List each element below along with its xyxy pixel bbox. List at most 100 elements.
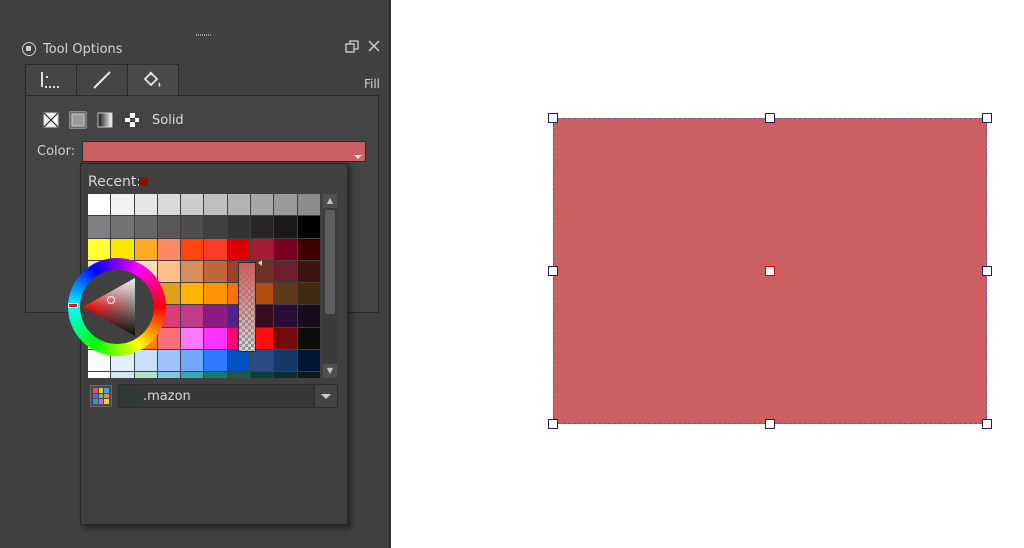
rotation-center-handle[interactable] — [765, 266, 775, 276]
palette-swatch[interactable] — [274, 283, 297, 305]
docker-drag-grip[interactable] — [196, 34, 212, 36]
palette-swatch[interactable] — [157, 238, 181, 260]
scroll-down-icon[interactable]: ▼ — [323, 364, 337, 378]
palette-swatch[interactable] — [274, 350, 297, 372]
palette-swatch[interactable] — [134, 372, 157, 378]
palette-swatch[interactable] — [157, 372, 181, 378]
palette-swatch[interactable] — [181, 283, 204, 305]
palette-swatch[interactable] — [204, 238, 227, 260]
palette-swatch[interactable] — [274, 238, 297, 260]
palette-swatch[interactable] — [274, 194, 297, 216]
palette-swatch[interactable] — [297, 305, 320, 327]
palette-swatch[interactable] — [297, 216, 320, 238]
palette-swatch[interactable] — [274, 372, 297, 378]
tab-fill-options[interactable] — [127, 64, 179, 97]
palette-swatch[interactable] — [157, 327, 181, 350]
palette-swatch[interactable] — [181, 350, 204, 372]
palette-swatch[interactable] — [88, 238, 111, 260]
palette-swatch[interactable] — [111, 216, 134, 238]
palette-swatch[interactable] — [204, 283, 227, 305]
palette-swatch[interactable] — [297, 327, 320, 350]
palette-swatch[interactable] — [88, 216, 111, 238]
palette-swatch[interactable] — [157, 216, 181, 238]
palette-swatch[interactable] — [111, 238, 134, 260]
scroll-up-icon[interactable]: ▲ — [323, 194, 337, 208]
palette-swatch[interactable] — [227, 372, 251, 378]
palette-swatch[interactable] — [297, 260, 320, 283]
resize-handle-left[interactable] — [548, 266, 558, 276]
resize-handle-bottom-left[interactable] — [548, 419, 558, 429]
solid-fill-button[interactable] — [69, 111, 87, 129]
close-icon[interactable] — [367, 40, 381, 54]
palette-swatch[interactable] — [181, 305, 204, 327]
palette-swatch[interactable] — [204, 327, 227, 350]
palette-swatch[interactable] — [181, 194, 204, 216]
palette-swatch[interactable] — [111, 372, 134, 378]
palette-swatch[interactable] — [181, 260, 204, 283]
palette-swatch[interactable] — [111, 194, 134, 216]
palette-swatch[interactable] — [204, 372, 227, 378]
palette-swatch[interactable] — [227, 350, 251, 372]
tab-stroke-options[interactable] — [76, 64, 128, 95]
palette-swatch[interactable] — [227, 216, 251, 238]
recent-color-swatch[interactable] — [139, 177, 148, 186]
color-selector-ring[interactable] — [107, 296, 115, 304]
palette-swatch[interactable] — [297, 283, 320, 305]
opacity-slider[interactable] — [238, 262, 256, 352]
tab-selection-options[interactable] — [25, 64, 77, 95]
palette-swatch[interactable] — [274, 305, 297, 327]
palette-swatch[interactable] — [181, 216, 204, 238]
palette-swatch[interactable] — [157, 350, 181, 372]
scroll-thumb[interactable] — [325, 210, 335, 314]
palette-swatch[interactable] — [181, 238, 204, 260]
palette-swatch[interactable] — [88, 194, 111, 216]
chevron-down-icon[interactable] — [314, 385, 337, 407]
color-triangle[interactable] — [81, 271, 153, 343]
hue-marker[interactable] — [68, 303, 78, 308]
opacity-handle[interactable] — [258, 260, 262, 266]
color-button[interactable] — [82, 141, 366, 162]
palette-swatch[interactable] — [134, 238, 157, 260]
palette-swatch[interactable] — [204, 350, 227, 372]
resize-handle-top-right[interactable] — [982, 113, 992, 123]
palette-swatch[interactable] — [88, 372, 111, 378]
palette-swatch[interactable] — [251, 238, 274, 260]
palette-swatch[interactable] — [204, 260, 227, 283]
no-fill-button[interactable] — [42, 111, 60, 129]
float-icon[interactable] — [345, 40, 359, 54]
palette-swatch[interactable] — [297, 194, 320, 216]
palette-swatch[interactable] — [134, 216, 157, 238]
palette-icon[interactable] — [90, 385, 112, 407]
palette-swatch[interactable] — [204, 194, 227, 216]
palette-swatch[interactable] — [204, 305, 227, 327]
palette-swatch[interactable] — [274, 216, 297, 238]
palette-swatch[interactable] — [204, 216, 227, 238]
palette-swatch[interactable] — [274, 260, 297, 283]
palette-swatch[interactable] — [251, 194, 274, 216]
resize-handle-top[interactable] — [765, 113, 775, 123]
palette-swatch[interactable] — [297, 372, 320, 378]
palette-swatch[interactable] — [134, 350, 157, 372]
palette-swatch[interactable] — [227, 238, 251, 260]
resize-handle-top-left[interactable] — [548, 113, 558, 123]
palette-swatch[interactable] — [157, 260, 181, 283]
lock-icon[interactable] — [22, 42, 36, 56]
resize-handle-bottom-right[interactable] — [982, 419, 992, 429]
palette-swatch[interactable] — [251, 372, 274, 378]
palette-swatch[interactable] — [181, 327, 204, 350]
palette-swatch[interactable] — [297, 238, 320, 260]
palette-swatch[interactable] — [297, 350, 320, 372]
palette-swatch[interactable] — [181, 372, 204, 378]
palette-swatch[interactable] — [157, 194, 181, 216]
resize-handle-right[interactable] — [982, 266, 992, 276]
palette-scrollbar[interactable]: ▲ ▼ — [323, 194, 337, 378]
palette-swatch[interactable] — [251, 350, 274, 372]
palette-selector[interactable]: .mazon — [118, 384, 338, 408]
palette-swatch[interactable] — [251, 216, 274, 238]
pattern-fill-button[interactable] — [123, 111, 141, 129]
palette-swatch[interactable] — [227, 194, 251, 216]
gradient-fill-button[interactable] — [96, 111, 114, 129]
resize-handle-bottom[interactable] — [765, 419, 775, 429]
palette-swatch[interactable] — [274, 327, 297, 350]
palette-swatch[interactable] — [134, 194, 157, 216]
